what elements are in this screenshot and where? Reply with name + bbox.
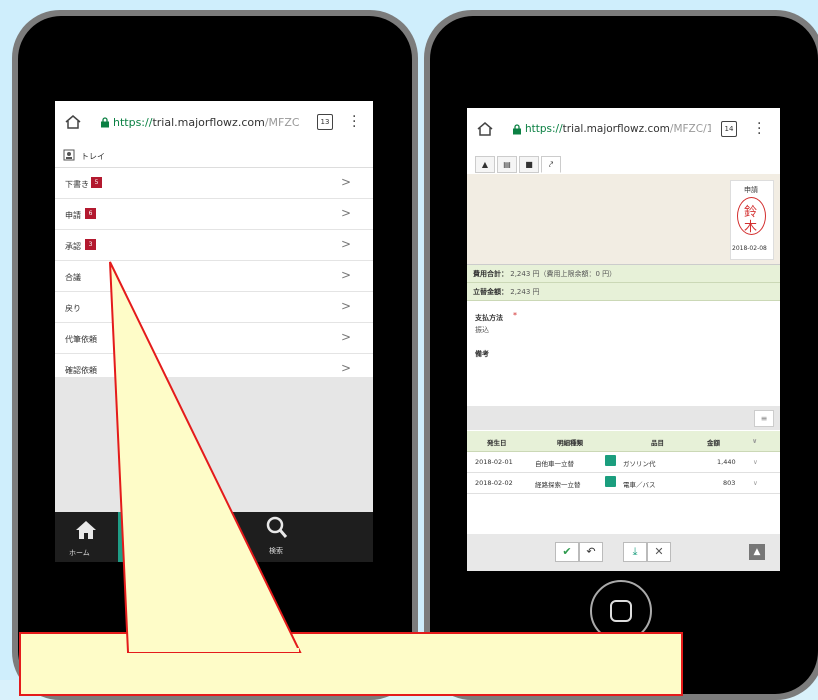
callout-pointer: [109, 261, 302, 653]
